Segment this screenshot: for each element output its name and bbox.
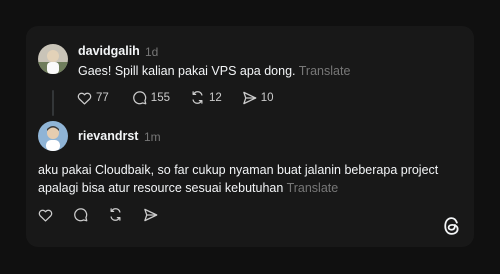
reply-comment-button[interactable] bbox=[73, 207, 88, 222]
thread-connector-line bbox=[52, 90, 54, 116]
reply-actions bbox=[38, 207, 158, 222]
share-button[interactable]: 10 bbox=[242, 91, 274, 105]
send-icon bbox=[143, 208, 158, 222]
reply-text-line-2-content: apalagi bisa atur resource sesuai kebutu… bbox=[38, 181, 284, 195]
heart-icon bbox=[38, 208, 53, 222]
repost-count: 12 bbox=[208, 91, 222, 104]
like-button[interactable]: 77 bbox=[77, 91, 109, 105]
post-text-content: Gaes! Spill kalian pakai VPS apa dong. bbox=[78, 64, 296, 78]
send-icon bbox=[242, 91, 257, 105]
reply-like-button[interactable] bbox=[38, 208, 53, 222]
reply-text-line-2: apalagi bisa atur resource sesuai kebutu… bbox=[38, 179, 458, 197]
post-text: Gaes! Spill kalian pakai VPS apa dong. T… bbox=[78, 62, 350, 80]
avatar-rievandrst[interactable] bbox=[38, 121, 68, 151]
reply-button[interactable]: 155 bbox=[132, 90, 170, 105]
like-count: 77 bbox=[96, 91, 109, 104]
translate-link[interactable]: Translate bbox=[299, 64, 351, 78]
reply-text: aku pakai Cloudbaik, so far cukup nyaman… bbox=[38, 161, 458, 197]
repost-icon bbox=[190, 90, 205, 105]
avatar-davidgalih[interactable] bbox=[38, 44, 68, 74]
reply-timestamp: 1m bbox=[144, 130, 161, 144]
threads-logo-icon[interactable] bbox=[443, 216, 461, 241]
comment-icon bbox=[73, 207, 88, 222]
repost-button[interactable]: 12 bbox=[190, 90, 222, 105]
reply-translate-link[interactable]: Translate bbox=[287, 181, 339, 195]
post-actions: 77 155 12 10 bbox=[77, 90, 274, 105]
post-timestamp: 1d bbox=[145, 45, 159, 59]
comment-icon bbox=[132, 90, 147, 105]
reply-repost-button[interactable] bbox=[108, 207, 123, 222]
reply-share-button[interactable] bbox=[143, 208, 158, 222]
reply-text-line-1: aku pakai Cloudbaik, so far cukup nyaman… bbox=[38, 163, 439, 177]
reply-username[interactable]: rievandrst bbox=[78, 129, 138, 143]
heart-icon bbox=[77, 91, 92, 105]
post-username[interactable]: davidgalih bbox=[78, 44, 140, 58]
repost-icon bbox=[108, 207, 123, 222]
reply-count: 155 bbox=[150, 91, 170, 104]
share-count: 10 bbox=[260, 91, 274, 104]
